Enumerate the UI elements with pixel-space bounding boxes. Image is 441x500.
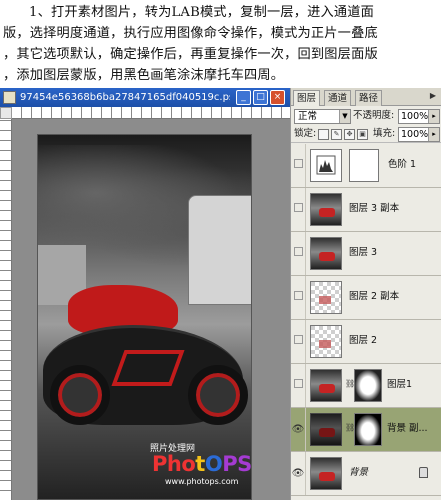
chevron-right-icon: ▸ (428, 110, 439, 123)
panel-menu-icon[interactable]: ▶ (427, 91, 439, 103)
levels-adjustment-icon (310, 149, 342, 182)
instruction-text: 1、打开素材图片，转为LAB模式，复制一层，进入通道面 版，选择明度通道，执行应… (3, 2, 439, 86)
layer-mask-thumbnail[interactable] (354, 413, 382, 446)
instruction-line: ，其它选项默认，确定操作后，再重复操作一次，回到图层面版 (3, 47, 378, 62)
layer-name: 图层 2 (349, 335, 378, 346)
layer-row-background[interactable]: 👁 背景 (291, 452, 441, 496)
ruler-corner[interactable] (0, 107, 12, 119)
layer-row-layer-3-copy[interactable]: 图层 3 副本 (291, 188, 441, 232)
opacity-value: 100% (401, 111, 429, 122)
lock-position-icon[interactable]: ✥ (344, 129, 355, 140)
layer-name: 色阶 1 (388, 159, 417, 170)
visibility-toggle[interactable] (291, 188, 306, 231)
document-title: 97454e56368b6ba27847165df040519c.ps... (20, 92, 230, 103)
visibility-toggle[interactable] (291, 276, 306, 319)
lock-all-icon[interactable]: ▣ (357, 129, 368, 140)
tab-channels[interactable]: 通道 (324, 90, 352, 106)
layer-row-background-copy[interactable]: 👁 ⛓ 背景 副... (291, 408, 441, 452)
trailer-image (188, 195, 251, 305)
lock-label: 锁定: (294, 128, 317, 139)
visibility-toggle[interactable] (291, 144, 306, 187)
layer-thumbnail (310, 281, 342, 314)
visibility-toggle[interactable] (291, 232, 306, 275)
vertical-ruler[interactable] (0, 119, 12, 500)
layer-thumbnail (310, 237, 342, 270)
chevron-right-icon: ▸ (428, 128, 439, 141)
layer-name: 图层 2 副本 (349, 291, 400, 302)
tab-layers[interactable]: 图层 (293, 90, 321, 106)
tab-paths[interactable]: 路径 (355, 90, 383, 106)
fill-label: 填充: (373, 128, 396, 139)
blend-mode-select[interactable]: 正常 ▼ (294, 109, 351, 124)
layers-list: 色阶 1 图层 3 副本 图层 3 图层 2 副本 图层 2 ⛓ 图层1 👁 ⛓… (291, 144, 441, 500)
visibility-toggle[interactable] (291, 364, 306, 407)
instruction-line: 1、打开素材图片，转为LAB模式，复制一层，进入通道面 (29, 5, 375, 20)
layer-mask-thumbnail[interactable] (354, 369, 382, 402)
chevron-down-icon: ▼ (339, 110, 350, 123)
layer-thumbnail (310, 457, 342, 490)
instruction-line: ，添加图层蒙版，用黑色画笔涂沫摩托车四周。 (3, 68, 285, 83)
layer-row-layer-1[interactable]: ⛓ 图层1 (291, 364, 441, 408)
layers-panel: 图层 通道 路径 ▶ 正常 ▼ 不透明度: 100% ▸ 锁定: ✎ ✥ ▣ 填… (290, 88, 441, 500)
visibility-toggle[interactable] (291, 320, 306, 363)
opacity-label: 不透明度: (353, 110, 395, 121)
front-wheel-image (50, 365, 110, 425)
document-image[interactable] (37, 134, 252, 500)
instruction-line: 版，选择明度通道，执行应用图像命令操作，模式为正片一叠底 (3, 26, 378, 41)
layer-row-levels-1[interactable]: 色阶 1 (291, 144, 441, 188)
opacity-input[interactable]: 100% ▸ (398, 109, 440, 124)
layer-thumbnail (310, 413, 342, 446)
layer-name: 图层 3 (349, 247, 378, 258)
rear-wheel-image (188, 365, 248, 425)
layer-thumbnail (310, 369, 342, 402)
fill-value: 100% (401, 129, 429, 140)
close-button[interactable]: × (270, 90, 285, 105)
fill-input[interactable]: 100% ▸ (398, 127, 440, 142)
layer-row-layer-3[interactable]: 图层 3 (291, 232, 441, 276)
maximize-button[interactable]: □ (253, 90, 268, 105)
watermark-logo: PhotOPS (152, 452, 252, 476)
horizontal-ruler[interactable] (12, 107, 290, 119)
lock-row: 锁定: ✎ ✥ ▣ 填充: 100% ▸ (291, 126, 441, 143)
panel-tabs: 图层 通道 路径 ▶ (291, 88, 441, 106)
lock-icon (419, 467, 428, 478)
visibility-toggle[interactable]: 👁 (291, 408, 306, 451)
visibility-toggle[interactable]: 👁 (291, 452, 306, 495)
blend-row: 正常 ▼ 不透明度: 100% ▸ (291, 107, 441, 125)
layer-name: 背景 副... (387, 423, 428, 434)
document-icon (3, 91, 16, 104)
watermark-url: www.photops.com (165, 477, 239, 486)
layer-row-layer-2-copy[interactable]: 图层 2 副本 (291, 276, 441, 320)
layer-name: 图层 3 副本 (349, 203, 400, 214)
minimize-button[interactable]: _ (236, 90, 251, 105)
layer-thumbnail (310, 325, 342, 358)
document-titlebar[interactable]: 97454e56368b6ba27847165df040519c.ps... _… (0, 88, 290, 107)
layer-name: 图层1 (387, 379, 413, 390)
lock-transparency-icon[interactable] (318, 129, 329, 140)
layer-row-layer-2[interactable]: 图层 2 (291, 320, 441, 364)
lock-pixels-icon[interactable]: ✎ (331, 129, 342, 140)
layer-name: 背景 (349, 467, 369, 478)
layer-mask-thumbnail[interactable] (349, 149, 379, 182)
blend-mode-value: 正常 (298, 111, 318, 122)
layer-thumbnail (310, 193, 342, 226)
